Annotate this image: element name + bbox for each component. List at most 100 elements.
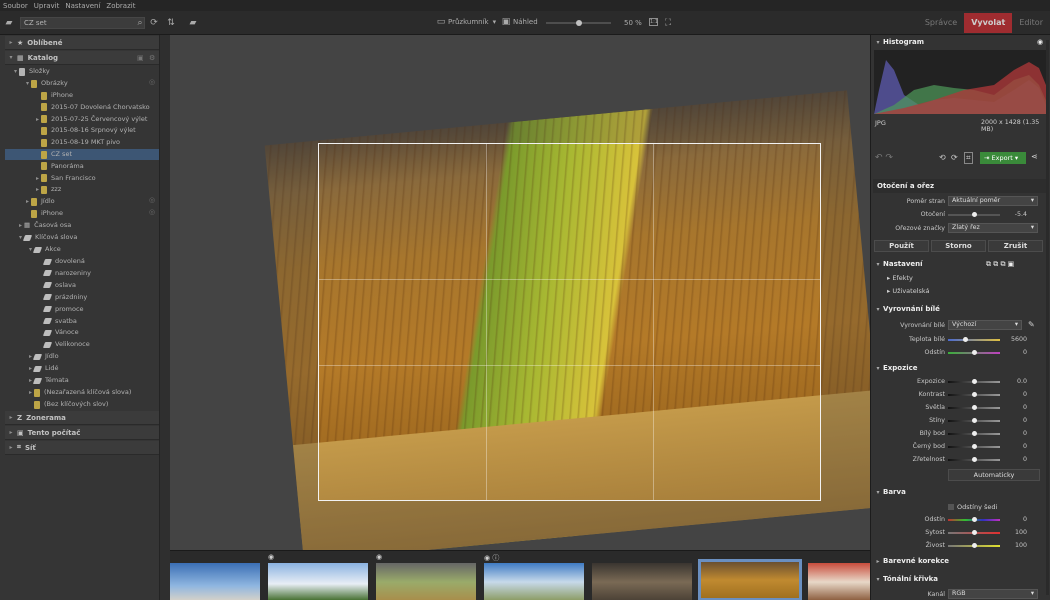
histogram-settings-icon[interactable]: ◉ <box>1037 36 1043 49</box>
tree-folder-item[interactable]: iPhone <box>34 90 73 101</box>
copy-icon[interactable]: ⧉ ⧉ ⧉ ▣ <box>986 258 1014 271</box>
presets-uzivatelska[interactable]: ▸ Uživatelská <box>887 287 930 295</box>
exposure-slider[interactable] <box>948 392 1000 397</box>
eyedropper-icon[interactable]: ✎ <box>1028 320 1035 329</box>
color-knob[interactable] <box>972 517 977 522</box>
tree-folder-item[interactable]: 2015-08-16 Srpnový výlet <box>34 125 136 136</box>
color-slider[interactable] <box>948 543 1000 548</box>
tree-keyword-item[interactable]: Vánoce <box>42 327 79 338</box>
panel-scrollbar[interactable] <box>1046 40 1049 595</box>
refresh-icon[interactable]: ⟳ <box>149 18 159 28</box>
tree-keyword-item[interactable]: narozeniny <box>42 268 91 279</box>
tree-folder-item[interactable]: ▸ zzz <box>34 184 61 195</box>
section-katalog[interactable]: ▾ ▦ Katalog ▣ ⚙ <box>5 51 159 65</box>
exposure-knob[interactable] <box>972 431 977 436</box>
exposure-knob[interactable] <box>972 379 977 384</box>
undo-icon[interactable]: ↶ ↷ <box>875 153 893 163</box>
tree-nezarazena[interactable]: ▸ (Nezařazená klíčová slova) <box>27 387 131 398</box>
tree-bez[interactable]: (Bez klíčových slov) <box>34 399 108 410</box>
menu-nastaveni[interactable]: Nastavení <box>65 2 100 10</box>
search-icon[interactable]: ⌕ <box>135 18 145 28</box>
view-explorer-button[interactable]: ▭ Průzkumník ▾ <box>436 17 496 27</box>
color-corrections-header[interactable]: ▸ Barevné korekce <box>873 555 1047 568</box>
thumbnail[interactable] <box>484 563 584 600</box>
tree-casova-osa[interactable]: ▸ ▦ Časová osa <box>17 220 71 231</box>
tree-folder-item[interactable]: ▸ 2015-07-25 Červencový výlet <box>34 114 147 125</box>
view-preview-button[interactable]: ▣ Náhled <box>501 17 538 27</box>
tint-knob[interactable] <box>972 350 977 355</box>
actual-size-icon[interactable]: 1:1 <box>649 18 658 26</box>
tree-klicova-slova[interactable]: ▾ Klíčová slova <box>17 232 77 243</box>
exposure-knob[interactable] <box>972 444 977 449</box>
tone-curve-header[interactable]: ▾ Tónální křivka <box>873 573 1047 586</box>
sync-icon[interactable]: ◎ <box>149 78 155 86</box>
folder-nav-icon[interactable]: ▰ <box>4 18 14 28</box>
share-icon[interactable]: ⋖ <box>1031 152 1038 161</box>
new-folder-icon[interactable]: ▰ <box>188 18 198 28</box>
exposure-slider[interactable] <box>948 379 1000 384</box>
apply-button[interactable]: Použít <box>874 240 929 252</box>
thumbnail[interactable] <box>592 563 692 600</box>
exposure-slider[interactable] <box>948 457 1000 462</box>
tree-kw-jidlo[interactable]: ▸ Jídlo <box>27 351 59 362</box>
fit-screen-icon[interactable]: ⛶ <box>663 18 673 28</box>
exposure-knob[interactable] <box>972 392 977 397</box>
thumbnail[interactable] <box>268 563 368 600</box>
zoom-slider[interactable] <box>546 20 611 26</box>
mode-spravce[interactable]: Správce <box>918 13 964 33</box>
crop-frame[interactable] <box>318 143 821 501</box>
tree-keyword-item[interactable]: promoce <box>42 304 84 315</box>
wb-dropdown[interactable]: Výchozí ▾ <box>948 320 1022 330</box>
gear-icon[interactable]: ⚙ <box>149 54 155 62</box>
tree-obrazky[interactable]: ▾ Obrázky <box>24 78 68 89</box>
color-knob[interactable] <box>972 530 977 535</box>
aspect-dropdown[interactable]: Aktuální poměr ▾ <box>948 196 1038 206</box>
crop-marks-dropdown[interactable]: Zlatý řez ▾ <box>948 223 1038 233</box>
thumbnail[interactable] <box>376 563 476 600</box>
sync-icon[interactable]: ◎ <box>149 196 155 204</box>
search-input[interactable] <box>20 17 145 29</box>
thumbnail[interactable] <box>808 563 870 600</box>
color-slider[interactable] <box>948 517 1000 522</box>
channel-dropdown[interactable]: RGB ▾ <box>948 589 1038 599</box>
section-oblibene[interactable]: ▸ ★ Oblíbené <box>5 36 159 50</box>
tree-keyword-item[interactable]: Velikonoce <box>42 339 90 350</box>
tree-iphone2[interactable]: iPhone <box>31 208 63 219</box>
rotation-slider[interactable] <box>948 212 1000 217</box>
tree-keyword-item[interactable]: svatba <box>42 316 77 327</box>
grayscale-checkbox[interactable] <box>948 504 954 510</box>
storno-button[interactable]: Storno <box>931 240 986 252</box>
temperature-slider[interactable] <box>948 337 1000 342</box>
tree-keyword-item[interactable]: dovolená <box>42 256 85 267</box>
auto-button[interactable]: Automaticky <box>948 469 1040 481</box>
section-zonerama[interactable]: ▸ Z Zonerama <box>5 411 159 425</box>
rotate-right-icon[interactable]: ⟳ <box>951 153 958 162</box>
tree-jidlo[interactable]: ▸ Jídlo <box>24 196 55 207</box>
tree-kw-lide[interactable]: ▸ Lidé <box>27 363 59 374</box>
presets-efekty[interactable]: ▸ Efekty <box>887 274 913 282</box>
exposure-slider[interactable] <box>948 444 1000 449</box>
color-knob[interactable] <box>972 543 977 548</box>
color-slider[interactable] <box>948 530 1000 535</box>
zoom-slider-knob[interactable] <box>575 20 582 26</box>
rotation-knob[interactable] <box>972 212 977 217</box>
tree-folder-item[interactable]: 2015-07 Dovolená Chorvatsko <box>34 102 150 113</box>
sort-icon[interactable]: ⇅ <box>166 18 176 28</box>
tree-slozky[interactable]: ▾ Složky <box>12 66 50 77</box>
menu-upravit[interactable]: Upravit <box>34 2 60 10</box>
wb-header[interactable]: ▾ Vyrovnání bílé <box>873 303 1047 316</box>
tree-folder-item[interactable]: 2015-08-19 MKT pivo <box>34 137 120 148</box>
tree-keyword-item[interactable]: oslava <box>42 280 76 291</box>
section-sit[interactable]: ▸ ⌗ Síť <box>5 441 159 455</box>
cancel-button[interactable]: Zrušit <box>988 240 1043 252</box>
mode-vyvolat[interactable]: Vyvolat <box>964 13 1013 33</box>
menu-zobrazit[interactable]: Zobrazit <box>106 2 135 10</box>
thumbnail[interactable] <box>170 563 260 600</box>
tree-folder-item[interactable]: Panoráma <box>34 161 84 172</box>
exposure-knob[interactable] <box>972 405 977 410</box>
exposure-slider[interactable] <box>948 418 1000 423</box>
color-header[interactable]: ▾ Barva <box>873 486 1047 499</box>
exposure-knob[interactable] <box>972 457 977 462</box>
tree-folder-item[interactable]: CZ set <box>5 149 159 160</box>
section-pocitac[interactable]: ▸ ▣ Tento počítač <box>5 426 159 440</box>
